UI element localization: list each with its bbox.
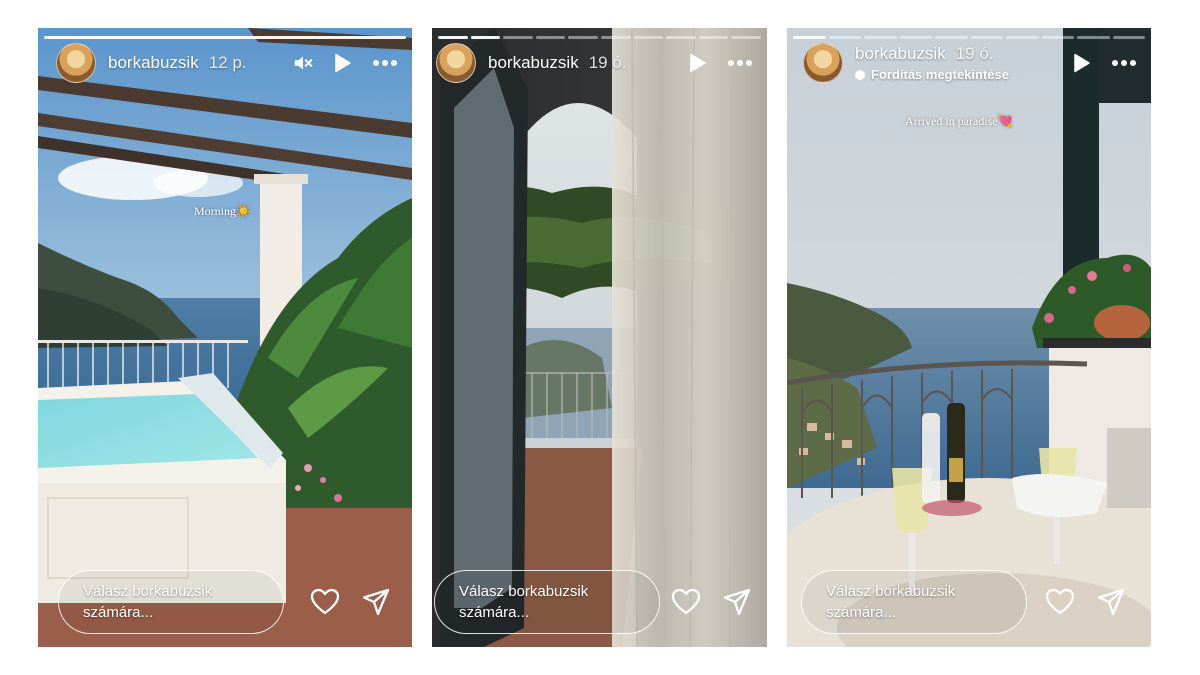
story-card-2[interactable]: borkabuzsik 19 ó. Válasz borkabuzsik szá… xyxy=(432,28,767,647)
progress-segment xyxy=(633,36,664,39)
progress-segment xyxy=(1041,36,1074,39)
story-footer: Válasz borkabuzsik számára... xyxy=(434,569,751,635)
reply-input[interactable]: Válasz borkabuzsik számára... xyxy=(801,570,1027,634)
avatar[interactable] xyxy=(436,43,476,83)
progress-segment xyxy=(503,36,533,39)
story-photo-pool-terrace xyxy=(38,28,412,647)
username[interactable]: borkabuzsik xyxy=(488,53,579,73)
user-block: borkabuzsik 19 ó. xyxy=(488,53,627,73)
reply-placeholder-line2: számára... xyxy=(459,604,530,621)
see-translation-label: Fordítás megtekintése xyxy=(871,67,1009,82)
more-options-icon[interactable] xyxy=(727,59,753,67)
progress-segment xyxy=(600,36,631,39)
username[interactable]: borkabuzsik xyxy=(108,53,199,73)
post-time: 19 ó. xyxy=(588,53,627,72)
reply-input[interactable]: Válasz borkabuzsik számára... xyxy=(434,570,660,634)
more-options-icon[interactable] xyxy=(1111,59,1137,67)
reply-input[interactable]: Válasz borkabuzsik számára... xyxy=(58,570,284,634)
translate-dot-icon xyxy=(855,69,865,80)
reply-placeholder-line1: Válasz borkabuzsik xyxy=(459,583,589,600)
progress-segment xyxy=(1112,36,1145,39)
progress-segment xyxy=(731,36,761,39)
reply-placeholder-line1: Válasz borkabuzsik xyxy=(83,583,213,600)
play-icon[interactable] xyxy=(334,53,352,73)
reply-placeholder-line1: Válasz borkabuzsik xyxy=(826,583,956,600)
reply-placeholder-line2: számára... xyxy=(83,604,154,621)
story-card-3[interactable]: borkabuzsik 19 ó. Fordítás megtekintése … xyxy=(787,28,1151,647)
story-footer: Válasz borkabuzsik számára... xyxy=(58,569,390,635)
progress-segment xyxy=(1077,36,1110,39)
progress-segment xyxy=(970,36,1003,39)
story-progress-bar xyxy=(438,36,761,39)
progress-segment xyxy=(864,36,897,39)
story-footer: Válasz borkabuzsik számára... xyxy=(801,569,1125,635)
progress-segment xyxy=(470,36,501,39)
avatar[interactable] xyxy=(56,43,96,83)
heart-icon[interactable] xyxy=(310,588,340,616)
story-progress-bar xyxy=(44,36,406,39)
heart-icon[interactable] xyxy=(671,588,701,616)
mute-icon[interactable] xyxy=(292,52,314,74)
story-caption: Morning☀️ xyxy=(194,204,251,218)
user-block: borkabuzsik 12 p. xyxy=(108,53,247,73)
progress-segment xyxy=(899,36,932,39)
story-photo-balcony-doors xyxy=(432,28,767,647)
progress-segment xyxy=(44,36,406,39)
reply-placeholder-line2: számára... xyxy=(826,604,897,621)
progress-segment xyxy=(698,36,729,39)
progress-segment xyxy=(438,36,468,39)
story-header: borkabuzsik 19 ó. xyxy=(436,41,753,85)
progress-segment xyxy=(793,36,826,39)
play-icon[interactable] xyxy=(1073,53,1091,73)
see-translation-link[interactable]: Fordítás megtekintése xyxy=(855,67,1009,82)
progress-segment xyxy=(535,36,566,39)
story-header: borkabuzsik 19 ó. Fordítás megtekintése xyxy=(803,41,1137,85)
story-header: borkabuzsik 12 p. xyxy=(56,41,398,85)
progress-segment xyxy=(935,36,968,39)
story-card-1[interactable]: borkabuzsik 12 p. Morning☀️ Válasz borka… xyxy=(38,28,412,647)
play-icon[interactable] xyxy=(689,53,707,73)
progress-segment xyxy=(1006,36,1039,39)
progress-segment xyxy=(666,36,696,39)
story-progress-bar xyxy=(793,36,1145,39)
story-caption: Arrived in paradise💘 xyxy=(905,114,1013,128)
send-icon[interactable] xyxy=(1097,588,1125,616)
send-icon[interactable] xyxy=(723,588,751,616)
username[interactable]: borkabuzsik xyxy=(855,44,946,64)
post-time: 12 p. xyxy=(208,53,247,72)
progress-segment xyxy=(568,36,598,39)
avatar[interactable] xyxy=(803,43,843,83)
progress-segment xyxy=(828,36,861,39)
user-block: borkabuzsik 19 ó. Fordítás megtekintése xyxy=(855,44,1009,82)
send-icon[interactable] xyxy=(362,588,390,616)
more-options-icon[interactable] xyxy=(372,59,398,67)
heart-icon[interactable] xyxy=(1045,588,1075,616)
post-time: 19 ó. xyxy=(955,44,994,63)
